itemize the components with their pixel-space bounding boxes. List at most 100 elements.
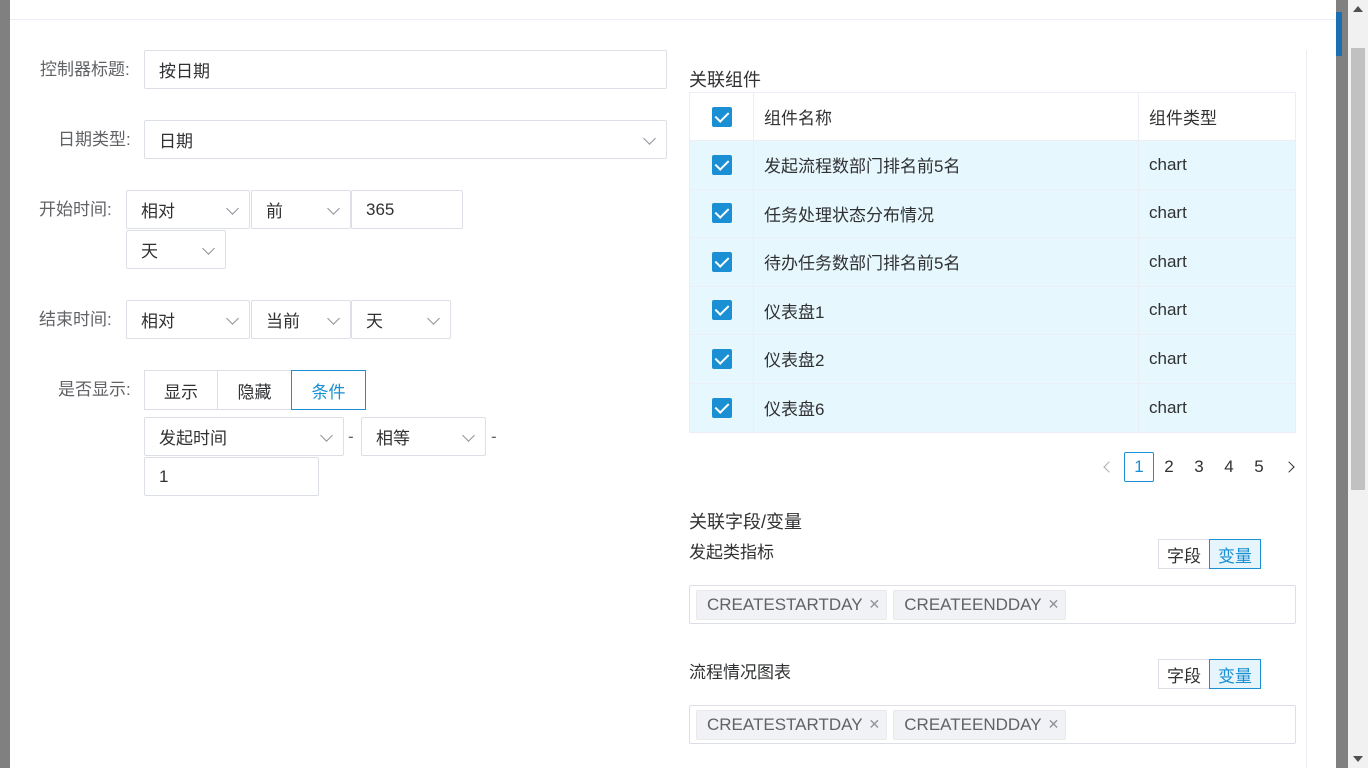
row-name: 任务处理状态分布情况 [754, 189, 1139, 237]
close-icon[interactable]: ✕ [869, 596, 881, 613]
row-type: chart [1149, 154, 1187, 174]
chevron-down-icon [320, 429, 333, 442]
row-checkbox-cell [690, 286, 754, 334]
row-checkbox[interactable] [711, 251, 732, 272]
page-scrollbar[interactable] [1348, 0, 1368, 768]
linked-components-title: 关联组件 [689, 70, 761, 90]
panel-divider [1306, 50, 1307, 768]
condition-operator-select[interactable]: 相等 [361, 417, 486, 456]
start-unit-select[interactable]: 天 [126, 230, 226, 269]
row-name: 仪表盘2 [754, 335, 1139, 383]
start-mode-value: 相对 [141, 202, 175, 221]
display-show-button[interactable]: 显示 [144, 370, 218, 410]
select-all-checkbox[interactable] [711, 106, 732, 127]
page-1[interactable]: 1 [1124, 452, 1154, 482]
row-name: 仪表盘6 [754, 383, 1139, 432]
table-row[interactable]: 待办任务数部门排名前5名 chart [690, 238, 1295, 287]
row-checkbox[interactable] [711, 203, 732, 224]
dialog-header-strip [10, 0, 1336, 20]
column-header-type: 组件类型 [1149, 109, 1217, 128]
tag-label: CREATESTARTDAY [707, 594, 863, 614]
display-hide-button[interactable]: 隐藏 [217, 370, 292, 410]
display-condition-button[interactable]: 条件 [291, 370, 366, 410]
header-checkbox-cell [690, 93, 754, 140]
close-icon[interactable]: ✕ [1048, 716, 1060, 733]
table-row[interactable]: 发起流程数部门排名前5名 chart [690, 141, 1295, 190]
field-group-name: 流程情况图表 [689, 663, 791, 682]
field-button[interactable]: 字段 [1158, 539, 1210, 569]
table-row[interactable]: 仪表盘2 chart [690, 335, 1295, 384]
row-type: chart [1149, 251, 1187, 271]
variable-button[interactable]: 变量 [1209, 659, 1261, 689]
condition-field-value: 发起时间 [159, 429, 227, 448]
row-type: chart [1149, 348, 1187, 368]
row-checkbox[interactable] [711, 348, 732, 369]
end-time-label: 结束时间: [39, 310, 112, 329]
tag-select[interactable]: CREATESTARTDAY ✕ CREATEENDDAY ✕ [689, 585, 1296, 624]
field-button[interactable]: 字段 [1158, 659, 1210, 689]
chevron-left-icon [1103, 461, 1115, 473]
linked-fields-title: 关联字段/变量 [689, 512, 803, 532]
scroll-up-icon[interactable] [1353, 6, 1363, 12]
table-row[interactable]: 任务处理状态分布情况 chart [690, 189, 1295, 238]
next-page-button[interactable] [1274, 452, 1304, 482]
row-type: chart [1149, 397, 1187, 417]
condition-field-select[interactable]: 发起时间 [144, 417, 344, 456]
row-checkbox-cell [690, 238, 754, 286]
close-icon[interactable]: ✕ [869, 716, 881, 733]
title-input[interactable]: 按日期 [144, 50, 667, 89]
row-checkbox[interactable] [711, 154, 732, 175]
row-name: 仪表盘1 [754, 286, 1139, 334]
condition-value-input[interactable]: 1 [144, 457, 319, 496]
title-label: 控制器标题: [40, 60, 130, 79]
end-mode-value: 相对 [141, 312, 175, 331]
row-name: 发起流程数部门排名前5名 [754, 141, 1139, 189]
row-checkbox[interactable] [711, 300, 732, 321]
close-icon[interactable]: ✕ [1048, 596, 1060, 613]
linked-components-table: 组件名称 组件类型 发起流程数部门排名前5名 chart 任务处理状态分布情况 … [689, 92, 1296, 433]
end-direction-value: 当前 [266, 312, 300, 331]
table-row[interactable]: 仪表盘1 chart [690, 286, 1295, 335]
row-checkbox-cell [690, 335, 754, 383]
prev-page-button[interactable] [1094, 452, 1124, 482]
table-row[interactable]: 仪表盘6 chart [690, 383, 1295, 432]
end-direction-select[interactable]: 当前 [251, 300, 351, 339]
column-header-name: 组件名称 [754, 93, 1139, 140]
field-variable-toggle: 字段 变量 [1158, 539, 1261, 569]
tag-label: CREATEENDDAY [904, 594, 1042, 614]
page-5[interactable]: 5 [1244, 452, 1274, 482]
tag: CREATESTARTDAY ✕ [696, 589, 888, 620]
scroll-down-icon[interactable] [1353, 756, 1363, 762]
row-name: 待办任务数部门排名前5名 [754, 238, 1139, 286]
scroll-thumb[interactable] [1351, 48, 1365, 490]
field-group-name: 发起类指标 [689, 543, 774, 562]
page-4[interactable]: 4 [1214, 452, 1244, 482]
tag: CREATESTARTDAY ✕ [696, 709, 888, 740]
row-checkbox[interactable] [711, 397, 732, 418]
display-label: 是否显示: [58, 380, 131, 399]
page-3[interactable]: 3 [1184, 452, 1214, 482]
date-type-select[interactable]: 日期 [144, 120, 667, 159]
start-direction-select[interactable]: 前 [251, 190, 351, 229]
chevron-down-icon [643, 132, 656, 145]
table-header: 组件名称 组件类型 [690, 93, 1295, 141]
tag: CREATEENDDAY ✕ [893, 589, 1067, 620]
chevron-down-icon [327, 202, 340, 215]
chevron-down-icon [226, 202, 239, 215]
end-mode-select[interactable]: 相对 [126, 300, 250, 339]
row-checkbox-cell [690, 189, 754, 237]
start-unit-value: 天 [141, 242, 158, 261]
start-amount-input[interactable]: 365 [351, 190, 463, 229]
variable-button[interactable]: 变量 [1209, 539, 1261, 569]
start-mode-select[interactable]: 相对 [126, 190, 250, 229]
tag: CREATEENDDAY ✕ [893, 709, 1067, 740]
page-2[interactable]: 2 [1154, 452, 1184, 482]
pagination: 1 2 3 4 5 [1094, 452, 1304, 482]
date-type-value: 日期 [159, 132, 193, 151]
tag-label: CREATEENDDAY [904, 714, 1042, 734]
tag-select[interactable]: CREATESTARTDAY ✕ CREATEENDDAY ✕ [689, 705, 1296, 744]
dialog: 控制器标题: 按日期 日期类型: 日期 开始时间: 相对 前 365 天 结束时… [10, 0, 1336, 768]
chevron-right-icon [1283, 461, 1295, 473]
field-variable-toggle: 字段 变量 [1158, 659, 1261, 689]
end-unit-select[interactable]: 天 [351, 300, 451, 339]
